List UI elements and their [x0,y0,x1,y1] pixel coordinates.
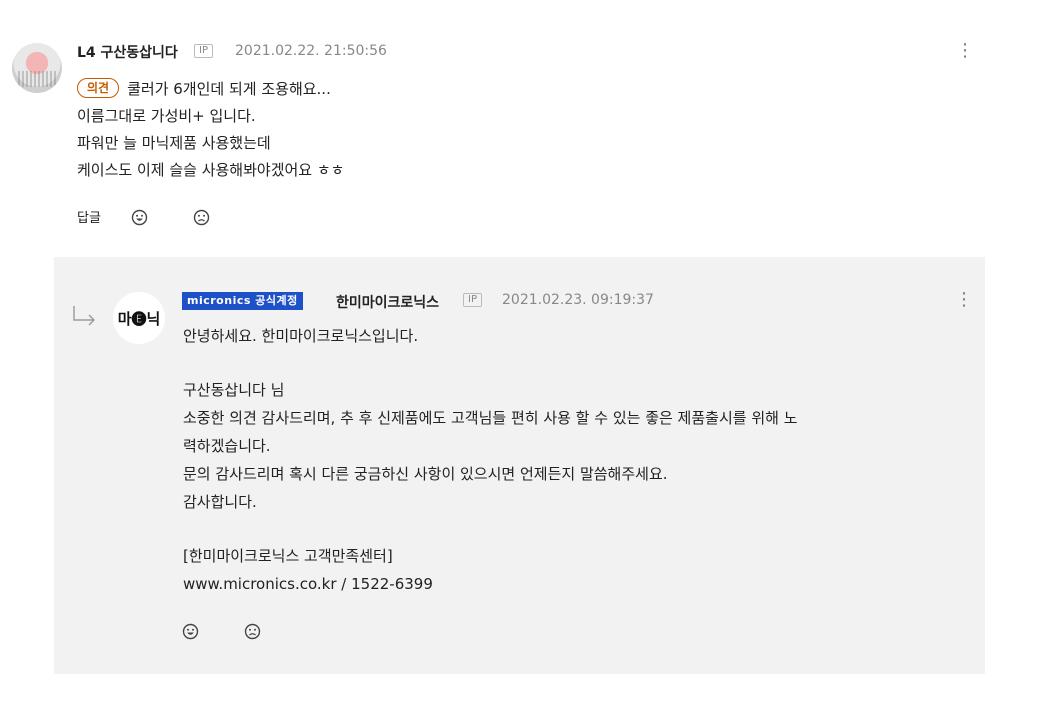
reply-arrow-icon [73,306,95,326]
comment-date: 2021.02.22. 21:50:56 [235,43,387,59]
official-avatar[interactable]: 마🅔닉 [113,292,165,344]
ip-badge: IP [463,293,482,307]
comment-line-2: 이름그대로 가성비+ 입니다. [77,107,256,125]
comment-author[interactable]: L4 구산동삽니다 [77,42,178,62]
reply-line-7: 감사합니다. [183,493,257,511]
reply-line-4: 소중한 의견 감사드리며, 추 후 신제품에도 고객님들 편히 사용 할 수 있… [183,409,798,427]
reply-line-6: 문의 감사드리며 혹시 다른 궁금하신 사항이 있으시면 언제든지 말씀해주세요… [183,465,668,483]
comment: L4 구산동삽니다 IP 2021.02.22. 21:50:56 ⋮ 의견 쿨러… [0,0,1037,250]
dislike-emoji-icon[interactable] [244,623,261,640]
comment-line-3: 파워만 늘 마닉제품 사용했는데 [77,134,271,152]
opinion-badge: 의견 [77,78,120,98]
comment-line-1: 의견 쿨러가 6개인데 되게 조용해요... [77,76,331,103]
dislike-emoji-icon[interactable] [193,209,210,226]
more-options-icon[interactable]: ⋮ [955,291,973,309]
comment-line-4: 케이스도 이제 슬슬 사용해봐야겠어요 ㅎㅎ [77,161,345,179]
reply-date: 2021.02.23. 09:19:37 [502,292,654,308]
reply-button[interactable]: 답글 [77,207,101,226]
like-emoji-icon[interactable] [131,209,148,226]
reply-line-1: 안녕하세요. 한미마이크로닉스입니다. [183,327,419,345]
official-account-badge: micronics 공식계정 [182,292,303,310]
reply-line-9: [한미마이크로닉스 고객만족센터] [183,547,393,565]
reply-line-10: www.micronics.co.kr / 1522-6399 [183,575,433,593]
like-emoji-icon[interactable] [182,623,199,640]
reply-author[interactable]: 한미마이크로닉스 [336,292,439,312]
reply-line-3: 구산동삽니다 님 [183,381,285,399]
reply-line-5: 력하겠습니다. [183,437,271,455]
user-avatar[interactable] [12,43,62,93]
ip-badge: IP [194,44,213,58]
more-options-icon[interactable]: ⋮ [956,42,974,60]
